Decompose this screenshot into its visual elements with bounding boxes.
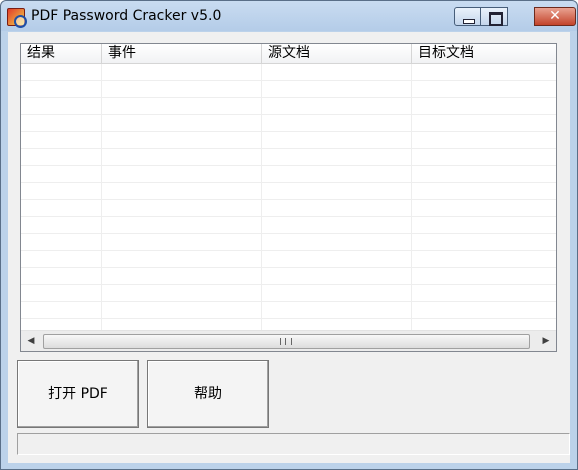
column-header-source-doc[interactable]: 源文档	[262, 44, 412, 64]
pdf-cracker-app-icon[interactable]	[7, 8, 27, 28]
scrollbar-thumb[interactable]	[43, 334, 530, 349]
close-button[interactable]: ✕	[534, 7, 576, 26]
column-header-result[interactable]: 结果	[21, 44, 102, 64]
column-header-target-doc[interactable]: 目标文档	[412, 44, 556, 64]
scroll-left-icon[interactable]: ◀	[21, 331, 41, 351]
help-button[interactable]: 帮助	[147, 360, 269, 428]
column-header-event[interactable]: 事件	[102, 44, 262, 64]
horizontal-scrollbar[interactable]: ◀ ▶	[21, 330, 556, 351]
scroll-right-icon[interactable]: ▶	[536, 331, 556, 351]
status-bar	[17, 433, 570, 455]
window-title: PDF Password Cracker v5.0	[31, 8, 222, 24]
open-pdf-button[interactable]: 打开 PDF	[17, 360, 139, 428]
grip-icon	[280, 338, 292, 345]
grid-column-line	[411, 64, 412, 330]
grid-column-line	[101, 64, 102, 330]
title-bar[interactable]: PDF Password Cracker v5.0 ✕	[1, 1, 577, 31]
list-header: 结果 事件 源文档 目标文档	[21, 44, 556, 64]
client-area: 结果 事件 源文档 目标文档 ◀ ▶ 打开 PDF 帮助	[8, 32, 570, 463]
maximize-icon[interactable]	[481, 7, 508, 26]
app-window: PDF Password Cracker v5.0 ✕ 结果 事件 源文档 目标…	[0, 0, 578, 470]
minimize-icon[interactable]	[454, 7, 481, 26]
grid-column-line	[261, 64, 262, 330]
close-icon: ✕	[549, 8, 561, 24]
results-list[interactable]: 结果 事件 源文档 目标文档 ◀ ▶	[20, 43, 557, 352]
